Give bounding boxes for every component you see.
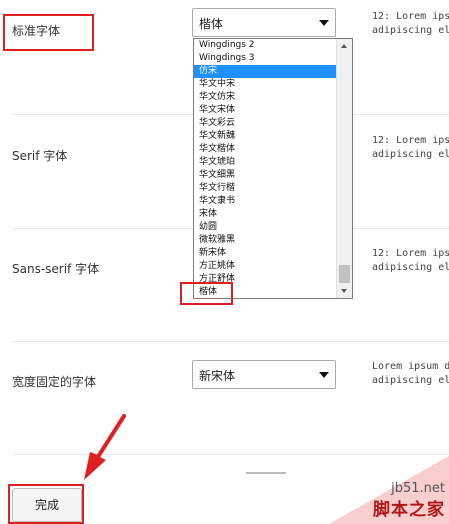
serif-font-label: Serif 字体 [12,149,68,163]
annotation-box-kaiti-option [180,282,233,305]
font-option[interactable]: 华文楷体 [194,143,336,156]
sans-serif-font-preview: 12: Lorem ipsum adipiscing elit [372,248,449,273]
watermark-site: jb51.net [391,481,445,496]
dropdown-scrollbar[interactable] [336,39,352,298]
font-option[interactable]: 华文仿宋 [194,91,336,104]
standard-font-preview: 12: Lorem ipsum adipiscing elit [372,11,449,36]
annotation-box-done [8,484,84,524]
hidden-button-edge [246,472,286,474]
font-option[interactable]: 华文中宋 [194,78,336,91]
row-divider [12,454,449,455]
font-option[interactable]: 华文新魏 [194,130,336,143]
font-option[interactable]: 华文隶书 [194,195,336,208]
watermark: jb51.net 脚本之家 [329,456,449,524]
font-dropdown-list[interactable]: Wingdings 2 Wingdings 3 仿宋 华文中宋 华文仿宋 华文宋体 华文彩云… [193,38,353,299]
standard-font-select-value: 楷体 [199,17,224,31]
chevron-down-icon [319,372,329,378]
font-option[interactable]: 华文琥珀 [194,156,336,169]
font-option[interactable]: 方正姚体 [194,260,336,273]
font-option[interactable]: 华文细黑 [194,169,336,182]
serif-font-preview: 12: Lorem ipsum adipiscing elit [372,135,449,160]
fixed-width-font-label: 宽度固定的字体 [12,375,97,389]
font-option[interactable]: 幼圆 [194,221,336,234]
font-option[interactable]: Wingdings 2 [194,39,336,52]
font-option[interactable]: 仿宋 [194,65,336,78]
sans-serif-font-label: Sans-serif 字体 [12,262,100,276]
font-option[interactable]: 微软雅黑 [194,234,336,247]
standard-font-select[interactable]: 楷体 [192,8,336,37]
font-option[interactable]: 华文行楷 [194,182,336,195]
scroll-up-arrow-icon[interactable] [337,39,352,53]
font-options: Wingdings 2 Wingdings 3 仿宋 华文中宋 华文仿宋 华文宋体 华文彩云… [194,39,352,298]
font-option[interactable]: 宋体 [194,208,336,221]
annotation-box-standard-font [3,14,94,51]
row-divider [12,341,449,342]
font-option[interactable]: 华文彩云 [194,117,336,130]
scroll-thumb[interactable] [339,265,350,283]
fixed-width-font-preview: Lorem ipsum d adipiscing elit [372,361,449,386]
fixed-width-font-select[interactable]: 新宋体 [192,360,336,389]
font-option[interactable]: 华文宋体 [194,104,336,117]
font-option[interactable]: Wingdings 3 [194,52,336,65]
font-option[interactable]: 新宋体 [194,247,336,260]
fixed-width-font-select-value: 新宋体 [199,369,236,383]
scroll-down-arrow-icon[interactable] [337,284,352,298]
watermark-brand: 脚本之家 [373,500,445,520]
chevron-down-icon [319,20,329,26]
